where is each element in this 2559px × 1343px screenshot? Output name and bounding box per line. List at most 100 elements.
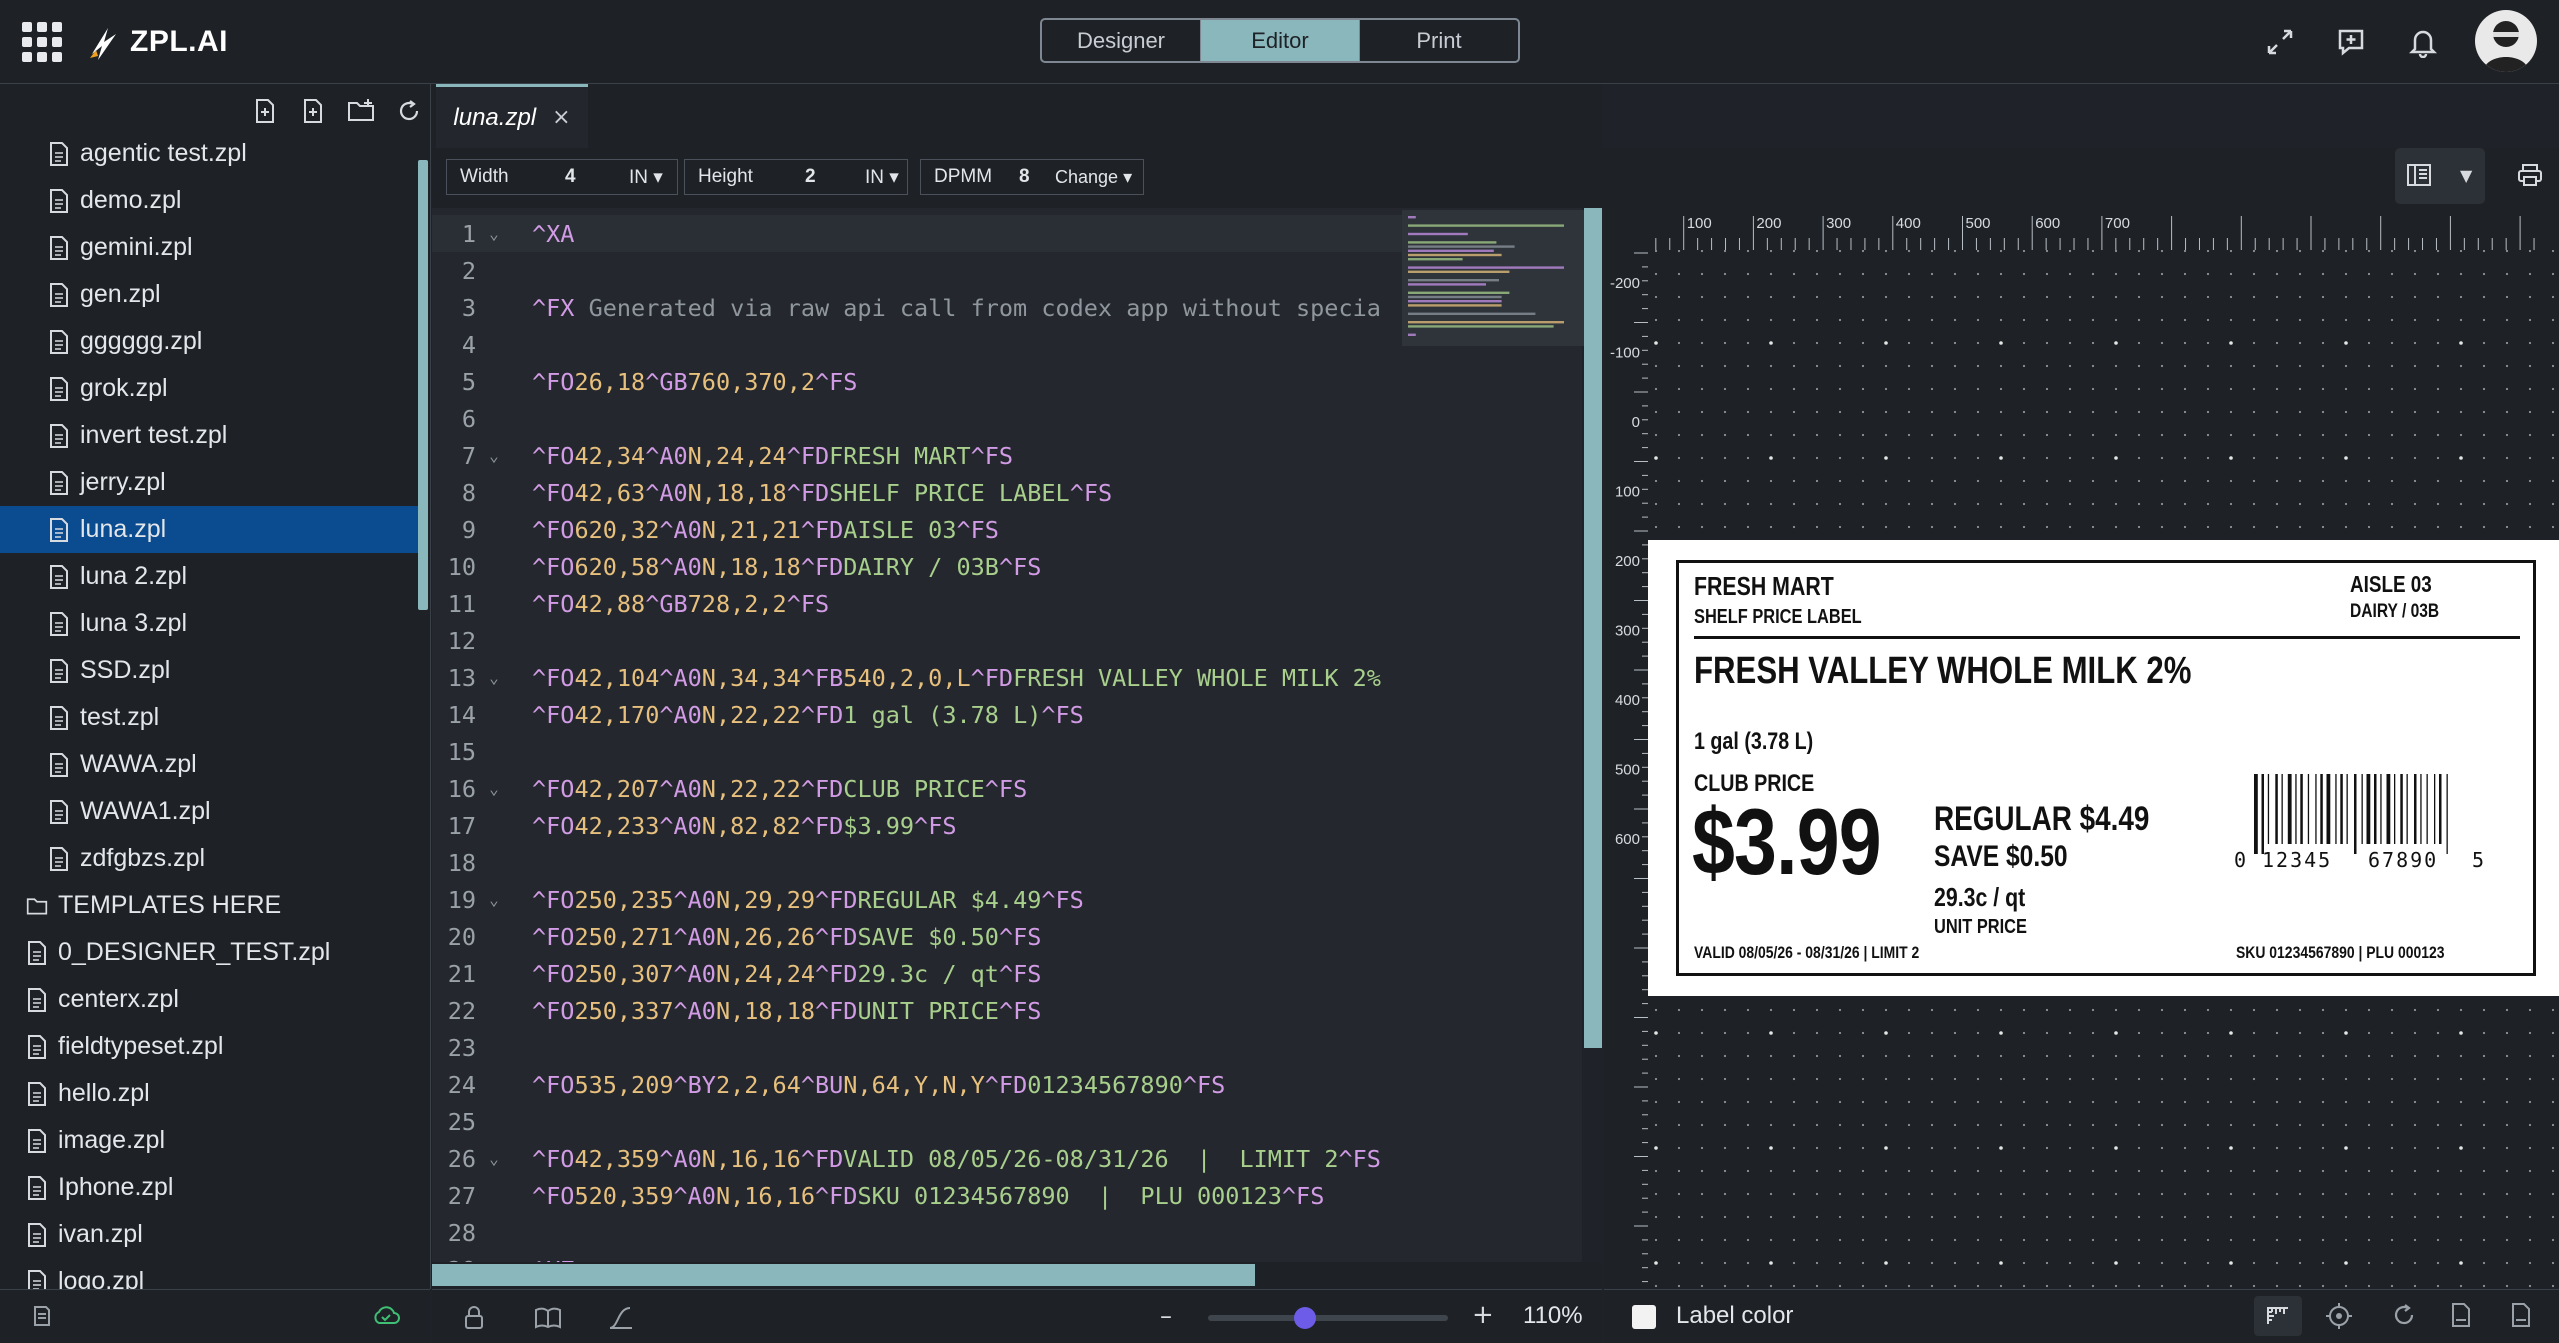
code-line[interactable]: 8 ^FO42,63^A0N,18,18^FDSHELF PRICE LABEL^…: [432, 474, 1582, 511]
mode-designer-tab[interactable]: Designer: [1042, 20, 1201, 61]
sidebar-scrollbar[interactable]: [418, 160, 428, 610]
mode-editor-tab[interactable]: Editor: [1201, 20, 1360, 61]
zoom-slider-track[interactable]: [1208, 1315, 1448, 1321]
code-line[interactable]: 14 ^FO42,170^A0N,22,22^FD1 gal (3.78 L)^F…: [432, 696, 1582, 733]
new-template-icon[interactable]: [298, 96, 328, 126]
file-item[interactable]: hello.zpl: [0, 1070, 420, 1117]
code-line[interactable]: 7 ⌄ ^FO42,34^A0N,24,24^FDFRESH MART^FS: [432, 437, 1582, 474]
code-line[interactable]: 12: [432, 622, 1582, 659]
file-item[interactable]: demo.zpl: [0, 177, 420, 224]
code-line[interactable]: 20 ^FO250,271^A0N,26,26^FDSAVE $0.50^FS: [432, 918, 1582, 955]
pdf-export-icon[interactable]: [2450, 1302, 2472, 1332]
png-export-icon[interactable]: [2510, 1302, 2532, 1332]
height-value[interactable]: 2: [805, 166, 816, 188]
rotate-icon[interactable]: [2392, 1303, 2416, 1331]
code-line[interactable]: 26 ⌄ ^FO42,359^A0N,16,16^FDVALID 08/05/26-…: [432, 1140, 1582, 1177]
file-item[interactable]: agentic test.zpl: [0, 130, 420, 177]
layout-view-icon[interactable]: [2406, 162, 2432, 192]
file-item[interactable]: 0_DESIGNER_TEST.zpl: [0, 929, 420, 976]
file-item[interactable]: centerx.zpl: [0, 976, 420, 1023]
width-value[interactable]: 4: [565, 166, 576, 188]
code-line[interactable]: 13 ⌄ ^FO42,104^A0N,34,34^FB540,2,0,L^FDFRE…: [432, 659, 1582, 696]
zoom-slider-knob[interactable]: [1294, 1307, 1316, 1329]
code-line[interactable]: 29^XZ: [432, 1251, 1582, 1263]
file-item[interactable]: grok.zpl: [0, 365, 420, 412]
code-line[interactable]: 10 ^FO620,58^A0N,18,18^FDDAIRY / 03B^FS: [432, 548, 1582, 585]
feedback-icon[interactable]: [2331, 22, 2371, 62]
code-line[interactable]: 17 ^FO42,233^A0N,82,82^FD$3.99^FS: [432, 807, 1582, 844]
zoom-in-button[interactable]: +: [1472, 1300, 1494, 1330]
new-file-icon[interactable]: [250, 96, 280, 126]
file-item[interactable]: gen.zpl: [0, 271, 420, 318]
file-item[interactable]: gemini.zpl: [0, 224, 420, 271]
user-avatar[interactable]: [2475, 10, 2537, 72]
file-item[interactable]: test.zpl: [0, 694, 420, 741]
code-line[interactable]: 24 ^FO535,209^BY2,2,64^BUN,64,Y,N,Y^FD012…: [432, 1066, 1582, 1103]
fold-chevron-icon[interactable]: ⌄: [476, 668, 512, 687]
dpmm-change-dropdown[interactable]: Change ▾: [1055, 167, 1132, 188]
file-item[interactable]: zdfgbzs.zpl: [0, 835, 420, 882]
fold-chevron-icon[interactable]: ⌄: [476, 779, 512, 798]
file-item[interactable]: image.zpl: [0, 1117, 420, 1164]
file-item[interactable]: jerry.zpl: [0, 459, 420, 506]
printer-icon[interactable]: [2516, 162, 2544, 192]
file-item[interactable]: ivan.zpl: [0, 1211, 420, 1258]
code-line[interactable]: 21 ^FO250,307^A0N,24,24^FD29.3c / qt^FS: [432, 955, 1582, 992]
fullscreen-icon[interactable]: [2260, 22, 2300, 62]
label-color-checkbox[interactable]: [1632, 1305, 1656, 1329]
code-minimap[interactable]: [1402, 210, 1584, 346]
tab-close-icon[interactable]: ×: [552, 105, 570, 130]
file-tab[interactable]: luna.zpl ×: [436, 84, 588, 148]
code-line[interactable]: 23: [432, 1029, 1582, 1066]
folder-item[interactable]: TEMPLATES HERE: [0, 882, 420, 929]
apps-grid-icon[interactable]: [22, 22, 62, 62]
code-line[interactable]: 19 ⌄ ^FO250,235^A0N,29,29^FDREGULAR $4.49^…: [432, 881, 1582, 918]
file-item[interactable]: luna 2.zpl: [0, 553, 420, 600]
width-unit-select[interactable]: IN ▾: [629, 166, 663, 189]
app-logo[interactable]: ZPL.AI: [86, 18, 228, 66]
code-line[interactable]: 25: [432, 1103, 1582, 1140]
code-line[interactable]: 9 ^FO620,32^A0N,21,21^FDAISLE 03^FS: [432, 511, 1582, 548]
height-field[interactable]: Height 2 IN ▾: [684, 159, 908, 195]
file-item[interactable]: WAWA1.zpl: [0, 788, 420, 835]
fold-chevron-icon[interactable]: ⌄: [476, 890, 512, 909]
book-icon[interactable]: [534, 1307, 562, 1333]
code-line[interactable]: 11 ^FO42,88^GB728,2,2^FS: [432, 585, 1582, 622]
center-target-icon[interactable]: [2326, 1303, 2352, 1333]
editor-vertical-scrollbar[interactable]: [1584, 208, 1602, 1048]
file-list-icon[interactable]: [32, 1305, 52, 1331]
code-line[interactable]: 22 ^FO250,337^A0N,18,18^FDUNIT PRICE^FS: [432, 992, 1582, 1029]
zoom-out-button[interactable]: –: [1160, 1302, 1172, 1330]
dpmm-field[interactable]: DPMM 8 Change ▾: [920, 159, 1144, 195]
bell-icon[interactable]: [2403, 22, 2443, 62]
code-line[interactable]: 6: [432, 400, 1582, 437]
file-item[interactable]: Iphone.zpl: [0, 1164, 420, 1211]
fold-chevron-icon[interactable]: ⌄: [476, 1149, 512, 1168]
file-item[interactable]: luna.zpl: [0, 506, 420, 553]
editor-horizontal-scrollbar[interactable]: [432, 1264, 1255, 1286]
refresh-icon[interactable]: [394, 96, 424, 126]
code-line[interactable]: 28: [432, 1214, 1582, 1251]
cloud-sync-icon[interactable]: [372, 1305, 400, 1329]
code-line[interactable]: 15: [432, 733, 1582, 770]
file-item[interactable]: gggggg.zpl: [0, 318, 420, 365]
code-line[interactable]: 16 ⌄ ^FO42,207^A0N,22,22^FDCLUB PRICE^FS: [432, 770, 1582, 807]
height-unit-select[interactable]: IN ▾: [865, 166, 899, 189]
code-line[interactable]: 27 ^FO520,359^A0N,16,16^FDSKU 01234567890…: [432, 1177, 1582, 1214]
lock-icon[interactable]: [464, 1306, 484, 1334]
file-item[interactable]: invert test.zpl: [0, 412, 420, 459]
file-item[interactable]: SSD.zpl: [0, 647, 420, 694]
file-item[interactable]: fieldtypeset.zpl: [0, 1023, 420, 1070]
fold-chevron-icon[interactable]: ⌄: [476, 446, 512, 465]
file-item[interactable]: WAWA.zpl: [0, 741, 420, 788]
file-item[interactable]: luna 3.zpl: [0, 600, 420, 647]
curve-tool-icon[interactable]: [608, 1306, 634, 1334]
width-field[interactable]: Width 4 IN ▾: [446, 159, 678, 195]
fold-chevron-icon[interactable]: ⌄: [476, 224, 512, 243]
file-item[interactable]: logo.zpl: [0, 1258, 420, 1290]
code-line[interactable]: 5 ^FO26,18^GB760,370,2^FS: [432, 363, 1582, 400]
mode-print-tab[interactable]: Print: [1360, 20, 1518, 61]
ruler-toggle-button[interactable]: [2254, 1296, 2302, 1336]
code-editor[interactable]: 1 ⌄ ^XA 2 3 ^FX Generated via raw api call fr…: [432, 208, 1582, 1262]
new-folder-icon[interactable]: [346, 96, 376, 126]
